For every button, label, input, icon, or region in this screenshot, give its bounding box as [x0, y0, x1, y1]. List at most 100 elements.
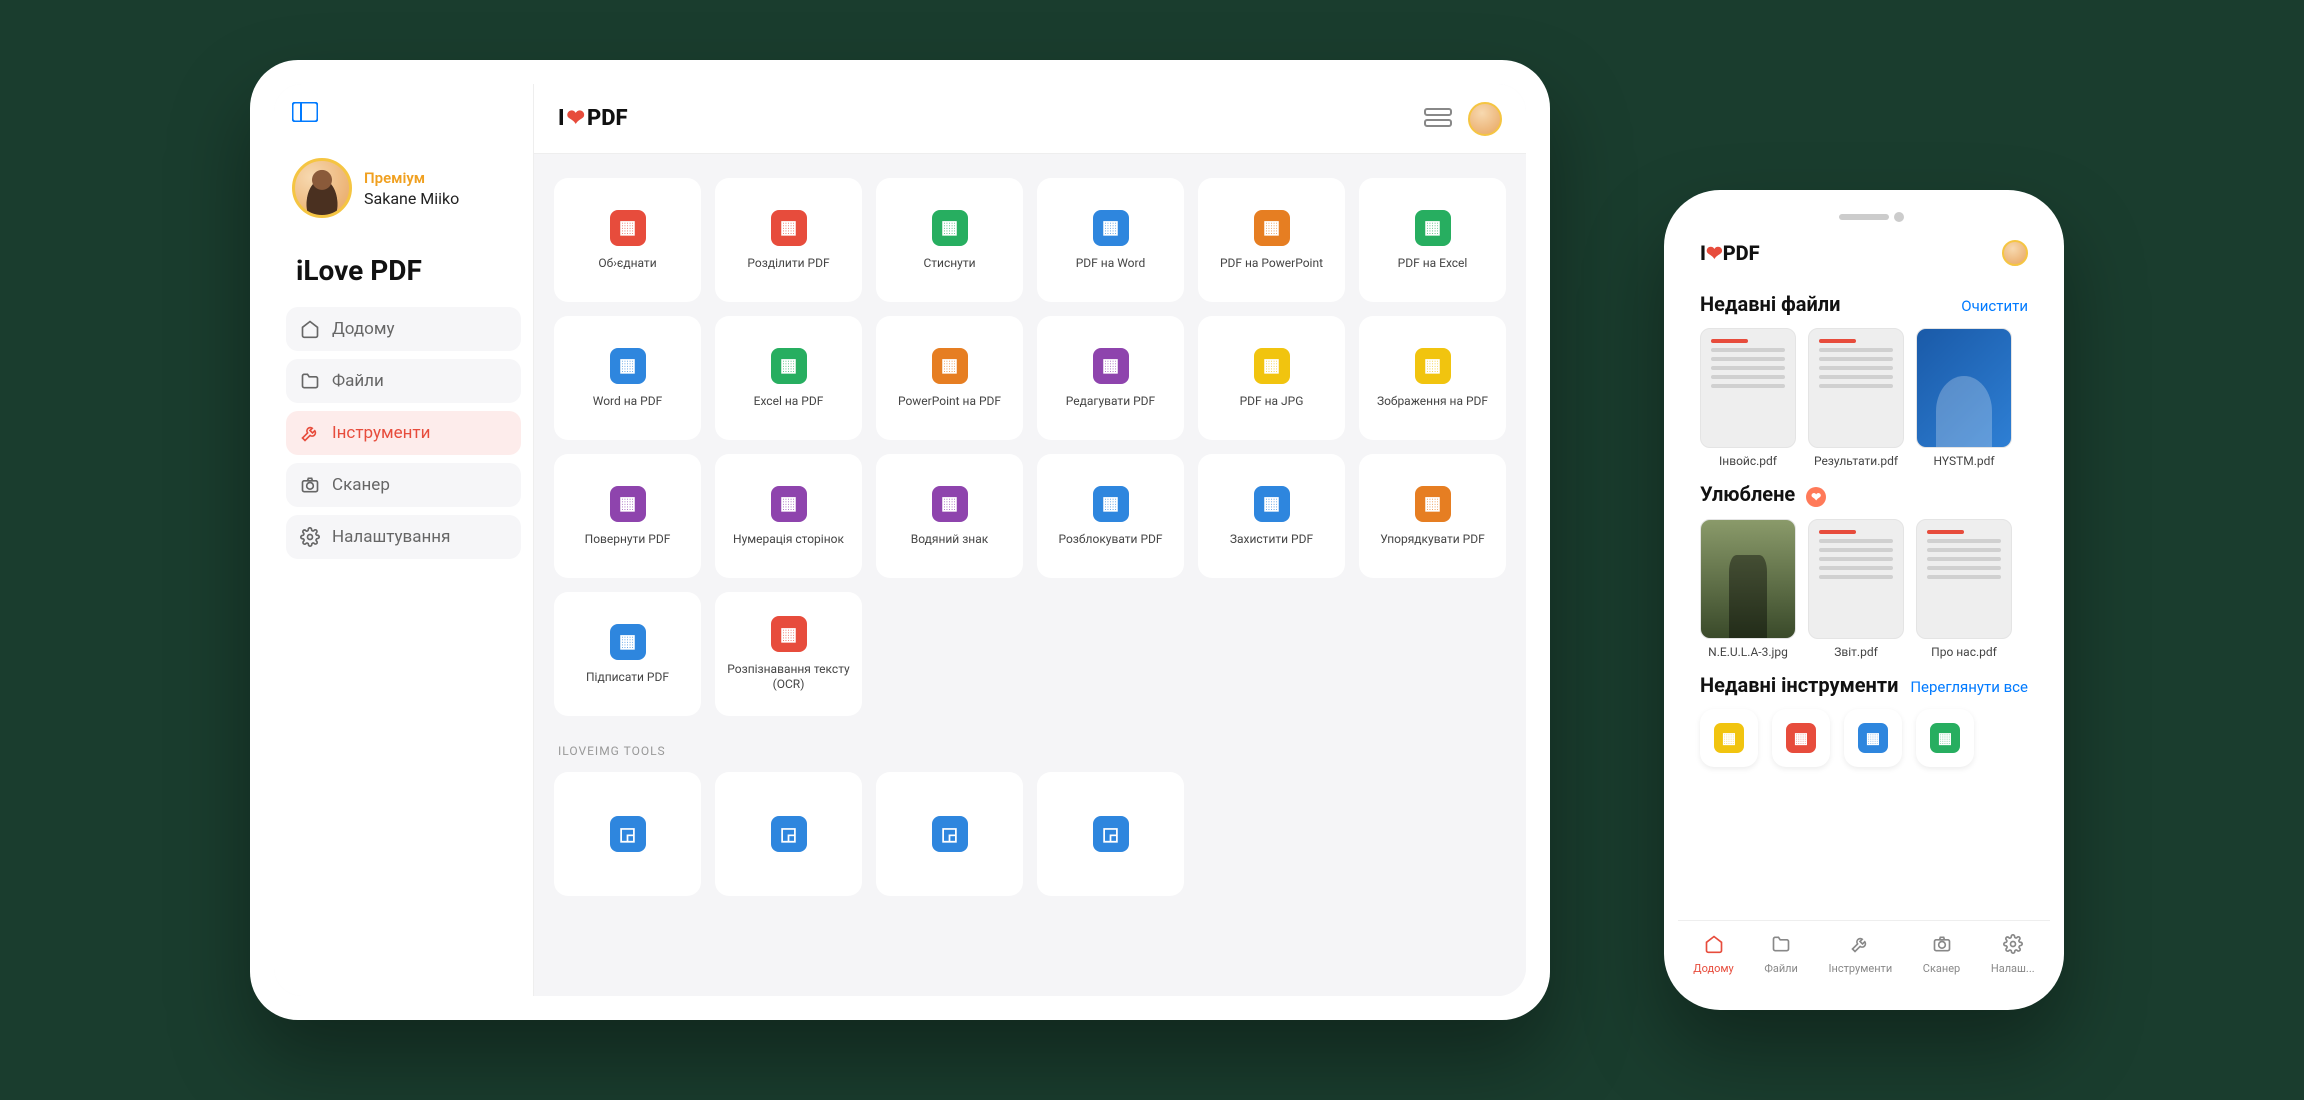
- favorites-title: Улюблене ❤: [1700, 482, 1826, 507]
- tool-label: PowerPoint на PDF: [898, 394, 1001, 409]
- view-toggle-button[interactable]: [1424, 108, 1452, 130]
- recent-tools-title: Недавні інструменти: [1700, 673, 1898, 697]
- tab-folder[interactable]: Файли: [1764, 934, 1798, 975]
- tab-label: Інструменти: [1829, 962, 1893, 975]
- tool-icon: ▦: [771, 348, 807, 384]
- sidebar-item-label: Інструменти: [332, 423, 430, 443]
- file-item[interactable]: Про нас.pdf: [1916, 519, 2012, 659]
- avatar-small[interactable]: [2002, 240, 2028, 266]
- tool-label: PDF на Excel: [1398, 256, 1468, 271]
- tool-card[interactable]: ▦Розблокувати PDF: [1037, 454, 1184, 578]
- tool-card[interactable]: ▦Водяний знак: [876, 454, 1023, 578]
- tool-icon: ▦: [932, 348, 968, 384]
- tool-icon: ▦: [1930, 723, 1960, 753]
- tools-scroll-area[interactable]: ▦Об›єднати▦Розділити PDF▦Стиснути▦PDF на…: [534, 154, 1526, 996]
- tool-card[interactable]: ▦Редагувати PDF: [1037, 316, 1184, 440]
- tool-icon: ▦: [1254, 348, 1290, 384]
- tab-gear[interactable]: Налаш...: [1991, 934, 2035, 975]
- tool-card[interactable]: ▦Повернути PDF: [554, 454, 701, 578]
- tool-icon: ▦: [1415, 486, 1451, 522]
- sidebar-item-wrench[interactable]: Інструменти: [286, 411, 521, 455]
- file-item[interactable]: Результати.pdf: [1808, 328, 1904, 468]
- tool-label: Розділити PDF: [747, 256, 829, 271]
- tool-icon: ▦: [1254, 210, 1290, 246]
- view-all-tools-button[interactable]: Переглянути все: [1910, 678, 2028, 696]
- clear-recent-button[interactable]: Очистити: [1961, 297, 2028, 315]
- file-label: Результати.pdf: [1814, 454, 1898, 468]
- tool-card[interactable]: ▦ PowerPoint на PDF: [876, 316, 1023, 440]
- recent-tools-row: ▦▦▦▦: [1700, 709, 2028, 767]
- phone-device-frame: I❤PDF Недавні файли Очистити Інвойс.pdfР…: [1664, 190, 2064, 1010]
- tool-label: PDF на JPG: [1240, 394, 1304, 409]
- tool-label: Повернути PDF: [585, 532, 671, 547]
- sidebar-item-gear[interactable]: Налаштування: [286, 515, 521, 559]
- img-tool-card[interactable]: ◲: [876, 772, 1023, 896]
- tool-card[interactable]: ▦Упорядкувати PDF: [1359, 454, 1506, 578]
- app-title: iLove PDF: [286, 254, 521, 307]
- sidebar-item-label: Сканер: [332, 475, 390, 495]
- file-thumbnail: [1700, 328, 1796, 448]
- username: Sakane Miiko: [364, 189, 459, 208]
- folder-icon: [300, 371, 320, 391]
- tool-card[interactable]: ▦Стиснути: [876, 178, 1023, 302]
- file-label: N.E.U.L.A-3.jpg: [1708, 645, 1788, 659]
- file-item[interactable]: HYSTM.pdf: [1916, 328, 2012, 468]
- file-item[interactable]: [2024, 328, 2028, 468]
- recent-tool-item[interactable]: ▦: [1772, 709, 1830, 767]
- tool-icon: ▦: [610, 624, 646, 660]
- tool-card[interactable]: ▦Захистити PDF: [1198, 454, 1345, 578]
- tool-card[interactable]: ▦Розпізнавання тексту (OCR): [715, 592, 862, 716]
- sidebar-item-folder[interactable]: Файли: [286, 359, 521, 403]
- file-item[interactable]: N.E.U.L.A-3.jpg: [1700, 519, 1796, 659]
- img-tool-card[interactable]: ◲: [554, 772, 701, 896]
- sidebar-item-label: Файли: [332, 371, 384, 391]
- file-label: Звіт.pdf: [1834, 645, 1878, 659]
- tool-card[interactable]: ▦Word на PDF: [554, 316, 701, 440]
- tool-card[interactable]: ▦ PDF на JPG: [1198, 316, 1345, 440]
- tool-card[interactable]: ▦Зображення на PDF: [1359, 316, 1506, 440]
- recent-tool-item[interactable]: ▦: [1700, 709, 1758, 767]
- profile-block[interactable]: Преміум Sakane Miiko: [286, 152, 521, 224]
- file-item[interactable]: Інвойс.pdf: [1700, 328, 1796, 468]
- avatar-small[interactable]: [1468, 102, 1502, 136]
- tool-card[interactable]: ▦PDF на Word: [1037, 178, 1184, 302]
- profile-text: Преміум Sakane Miiko: [364, 169, 459, 208]
- tool-card[interactable]: ▦Нумерація сторінок: [715, 454, 862, 578]
- tool-icon: ▦: [771, 210, 807, 246]
- sidebar-item-home[interactable]: Додому: [286, 307, 521, 351]
- tool-card[interactable]: ▦ Розділити PDF: [715, 178, 862, 302]
- tool-card[interactable]: ▦Об›єднати: [554, 178, 701, 302]
- phone-body[interactable]: Недавні файли Очистити Інвойс.pdfРезульт…: [1678, 278, 2050, 920]
- tool-label: Word на PDF: [593, 394, 663, 409]
- sidebar-item-label: Додому: [332, 319, 395, 339]
- tool-label: Розпізнавання тексту (OCR): [723, 662, 854, 692]
- home-icon: [1704, 934, 1724, 959]
- tool-label: Excel на PDF: [754, 394, 824, 409]
- tool-icon: ▦: [932, 210, 968, 246]
- wrench-icon: [1850, 934, 1870, 959]
- recent-files-row[interactable]: Інвойс.pdf Результати.pdf HYSTM.pdf: [1700, 328, 2028, 468]
- tool-icon: ▦: [932, 486, 968, 522]
- sidebar-toggle-icon[interactable]: [286, 102, 521, 128]
- tab-home[interactable]: Додому: [1693, 934, 1733, 975]
- img-tool-card[interactable]: ◲: [1037, 772, 1184, 896]
- sidebar-item-camera[interactable]: Сканер: [286, 463, 521, 507]
- recent-tool-item[interactable]: ▦: [1844, 709, 1902, 767]
- favorites-row[interactable]: N.E.U.L.A-3.jpg Звіт.pdf Про нас.pdf: [1700, 519, 2028, 659]
- tool-card[interactable]: ▦Підписати PDF: [554, 592, 701, 716]
- tab-camera[interactable]: Сканер: [1923, 934, 1960, 975]
- file-thumbnail: [1916, 328, 2012, 448]
- sidebar-item-label: Налаштування: [332, 527, 450, 547]
- file-item[interactable]: Звіт.pdf: [1808, 519, 1904, 659]
- file-thumbnail: [1808, 328, 1904, 448]
- tab-wrench[interactable]: Інструменти: [1829, 934, 1893, 975]
- tab-label: Додому: [1693, 962, 1733, 975]
- tab-bar: Додому Файли Інструменти Сканер Налаш...: [1678, 920, 2050, 996]
- recent-tool-item[interactable]: ▦: [1916, 709, 1974, 767]
- heart-icon: ❤: [567, 106, 585, 131]
- tool-card[interactable]: ▦PDF на Excel: [1359, 178, 1506, 302]
- img-tool-card[interactable]: ◲: [715, 772, 862, 896]
- tool-card[interactable]: ▦ Excel на PDF: [715, 316, 862, 440]
- tool-card[interactable]: ▦PDF на PowerPoint: [1198, 178, 1345, 302]
- file-item[interactable]: [2024, 519, 2028, 659]
